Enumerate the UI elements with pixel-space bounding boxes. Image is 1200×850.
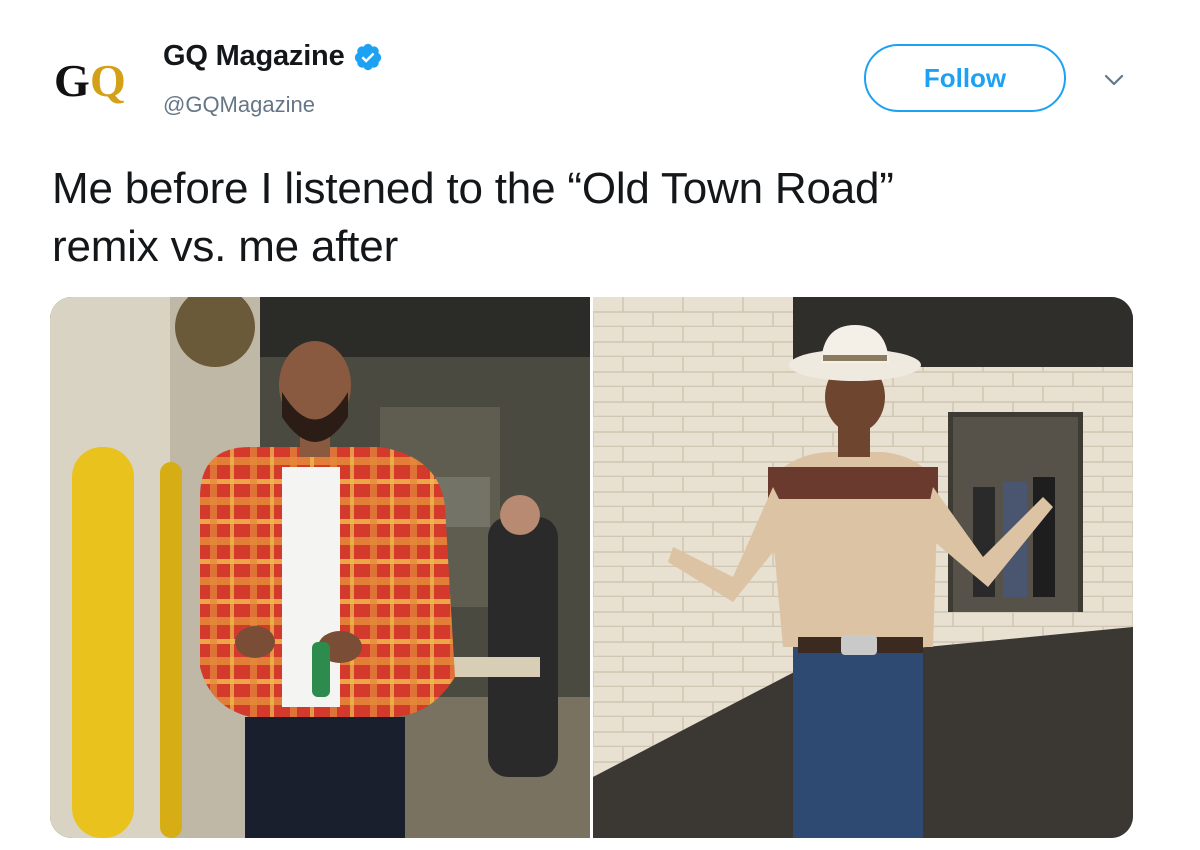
- chevron-down-icon[interactable]: [1100, 70, 1128, 90]
- photo-after[interactable]: [593, 297, 1133, 838]
- gq-logo: G Q: [54, 55, 126, 106]
- svg-text:G: G: [54, 55, 90, 106]
- tweet-media: [50, 297, 1133, 838]
- account-handle[interactable]: @GQMagazine: [163, 92, 315, 118]
- tweet-text-line-2: remix vs. me after: [52, 222, 399, 271]
- avatar[interactable]: G Q: [52, 52, 136, 108]
- photo-before[interactable]: [50, 297, 590, 838]
- display-name[interactable]: GQ Magazine: [163, 40, 345, 73]
- tweet-text: Me before I listened to the “Old Town Ro…: [52, 160, 1152, 276]
- follow-button[interactable]: Follow: [864, 44, 1066, 112]
- svg-text:Q: Q: [90, 55, 126, 106]
- account-name-row[interactable]: GQ Magazine: [163, 40, 383, 73]
- tweet-text-line-1: Me before I listened to the “Old Town Ro…: [52, 164, 894, 213]
- verified-badge-icon: [353, 42, 383, 72]
